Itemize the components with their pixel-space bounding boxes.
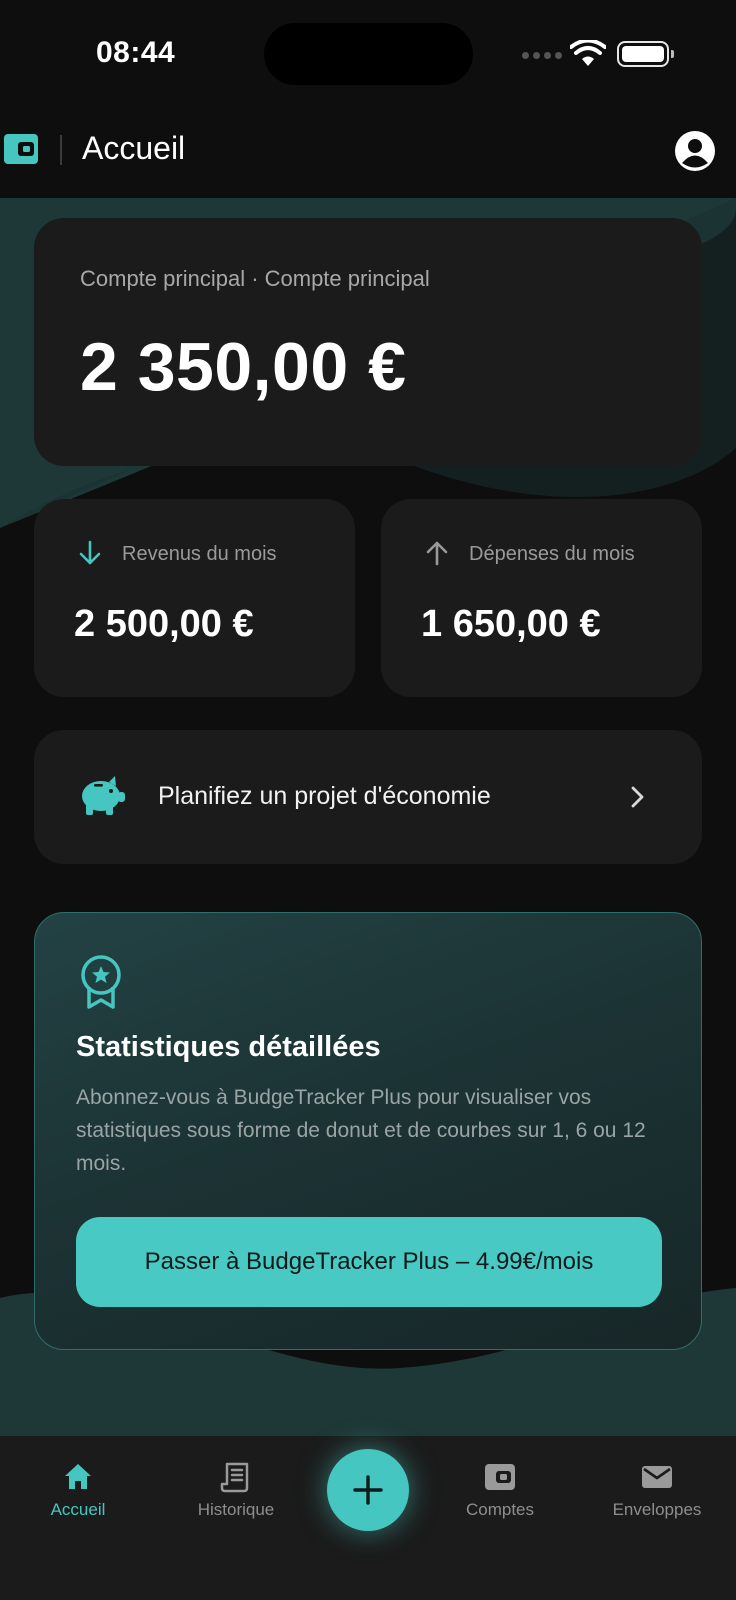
wallet-icon xyxy=(485,1464,515,1490)
chevron-right-icon xyxy=(631,786,644,808)
piggy-bank-icon xyxy=(82,776,125,815)
upgrade-button[interactable]: Passer à BudgeTracker Plus – 4.99€/mois xyxy=(76,1217,662,1307)
nav-item-accueil[interactable]: Accueil xyxy=(8,1460,148,1520)
income-value: 2 500,00 € xyxy=(74,603,254,645)
nav-label-enveloppes: Enveloppes xyxy=(612,1500,702,1519)
promo-description: Abonnez-vous à BudgeTracker Plus pour vi… xyxy=(76,1086,646,1175)
account-circle-icon[interactable] xyxy=(674,130,716,172)
header-divider xyxy=(60,135,62,165)
nav-item-historique[interactable]: Historique xyxy=(166,1460,306,1520)
add-transaction-button[interactable] xyxy=(327,1449,409,1531)
status-time: 08:44 xyxy=(96,36,176,69)
arrow-up-icon xyxy=(426,541,448,566)
account-balance: 2 350,00 € xyxy=(80,329,407,405)
account-label: Compte principal · Compte principal xyxy=(80,266,430,291)
nav-item-comptes[interactable]: Comptes xyxy=(430,1460,570,1520)
plus-icon xyxy=(353,1475,383,1505)
premium-promo-card: Statistiques détaillées Abonnez-vous à B… xyxy=(34,912,702,1350)
savings-plan-button[interactable]: Planifiez un projet d'économie xyxy=(34,730,702,864)
home-icon xyxy=(65,1464,91,1489)
receipt-icon xyxy=(220,1462,249,1493)
savings-plan-label: Planifiez un projet d'économie xyxy=(158,782,491,810)
app-header: Accueil xyxy=(0,110,736,198)
main-account-card[interactable]: Compte principal · Compte principal 2 35… xyxy=(34,218,702,466)
nav-label-historique: Historique xyxy=(197,1500,275,1519)
status-bar: 08:44 xyxy=(0,0,736,110)
nav-item-enveloppes[interactable]: Enveloppes xyxy=(587,1460,727,1520)
cellular-signal-icon xyxy=(522,52,562,59)
page-title: Accueil xyxy=(82,130,186,166)
wifi-icon xyxy=(570,40,606,66)
income-card[interactable]: Revenus du mois 2 500,00 € xyxy=(34,499,355,697)
wallet-icon[interactable] xyxy=(4,132,38,166)
battery-icon xyxy=(617,41,674,67)
dynamic-island xyxy=(264,23,473,85)
expense-value: 1 650,00 € xyxy=(421,603,601,645)
expense-card[interactable]: Dépenses du mois 1 650,00 € xyxy=(381,499,702,697)
envelope-icon xyxy=(642,1466,672,1488)
nav-label-accueil: Accueil xyxy=(50,1500,106,1519)
arrow-down-icon xyxy=(79,540,101,565)
award-icon xyxy=(81,955,121,1009)
expense-label: Dépenses du mois xyxy=(469,543,635,565)
income-label: Revenus du mois xyxy=(122,543,277,565)
nav-label-comptes: Comptes xyxy=(465,1500,535,1519)
promo-title: Statistiques détaillées xyxy=(76,1031,381,1063)
